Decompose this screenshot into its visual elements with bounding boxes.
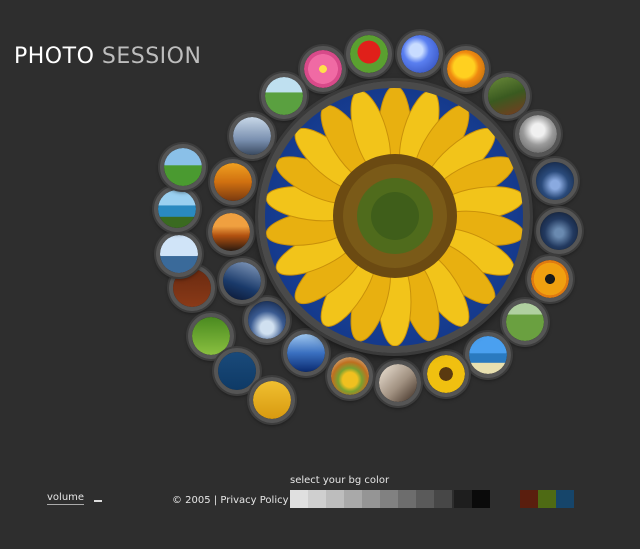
thumbnail-image xyxy=(427,355,465,393)
thumbnail-forest-path[interactable] xyxy=(484,73,530,119)
bg-color-label: select your bg color xyxy=(290,475,390,486)
bg-color-swatch[interactable] xyxy=(344,490,362,508)
volume-control[interactable]: volume xyxy=(47,492,103,505)
thumbnail-blue-sky[interactable] xyxy=(397,31,443,77)
thumbnail-grey-sky[interactable] xyxy=(229,113,275,159)
thumbnail-image xyxy=(350,35,388,73)
thumbnail-image xyxy=(506,303,544,341)
thumbnail-sunset[interactable] xyxy=(208,209,254,255)
bg-color-swatch[interactable] xyxy=(556,490,574,508)
thumbnail-blue-landscape[interactable] xyxy=(219,258,265,304)
thumbnail-image xyxy=(488,77,526,115)
thumbnail-image xyxy=(214,163,252,201)
bg-color-swatch[interactable] xyxy=(434,490,452,508)
sunflower-image xyxy=(265,88,523,346)
thumbnail-tree-silhouette[interactable] xyxy=(244,297,290,343)
thumbnail-sunflower-small[interactable] xyxy=(423,351,469,397)
thumbnail-dark-landscape[interactable] xyxy=(536,208,582,254)
thumbnail-image xyxy=(287,334,325,372)
thumbnail-image xyxy=(540,212,578,250)
thumbnail-green-meadow[interactable] xyxy=(160,144,206,190)
volume-slider[interactable] xyxy=(94,500,103,502)
bg-color-swatch[interactable] xyxy=(308,490,326,508)
thumbnail-image xyxy=(223,262,261,300)
copyright-text: © 2005 | xyxy=(172,495,218,506)
thumbnail-yellow-page[interactable] xyxy=(249,377,295,423)
bg-color-swatch[interactable] xyxy=(380,490,398,508)
thumbnail-image xyxy=(519,115,557,153)
bg-color-swatch[interactable] xyxy=(290,490,308,508)
thumbnail-palm-tree[interactable] xyxy=(261,73,307,119)
thumbnail-night-sky[interactable] xyxy=(532,158,578,204)
bg-color-swatch[interactable] xyxy=(326,490,344,508)
bg-color-swatch[interactable] xyxy=(538,490,556,508)
thumbnail-image xyxy=(331,357,369,395)
bg-color-swatch[interactable] xyxy=(398,490,416,508)
thumbnail-golden-field[interactable] xyxy=(210,159,256,205)
thumbnail-clouds[interactable] xyxy=(283,330,329,376)
thumbnail-coastline[interactable] xyxy=(154,186,200,232)
bg-color-swatch[interactable] xyxy=(362,490,380,508)
thumbnail-pink-flower[interactable] xyxy=(300,46,346,92)
thumbnail-image xyxy=(531,260,569,298)
thumbnail-bride-portrait[interactable] xyxy=(515,111,561,157)
thumbnail-image xyxy=(379,364,417,402)
bg-color-swatch[interactable] xyxy=(520,490,538,508)
thumbnail-red-tulip[interactable] xyxy=(346,31,392,77)
thumbnail-couple-sofa[interactable] xyxy=(375,360,421,406)
thumbnail-fruit-bowl[interactable] xyxy=(327,353,373,399)
thumbnail-image xyxy=(160,235,198,273)
bg-color-swatch[interactable] xyxy=(454,490,472,508)
thumbnail-image xyxy=(233,117,271,155)
footer-copyright: © 2005 | Privacy Policy xyxy=(172,495,289,506)
thumbnail-butterfly[interactable] xyxy=(527,256,573,302)
privacy-policy-link[interactable]: Privacy Policy xyxy=(220,495,288,506)
thumbnail-lighthouse[interactable] xyxy=(156,231,202,277)
thumbnail-image xyxy=(164,148,202,186)
thumbnail-image xyxy=(469,336,507,374)
thumbnail-image xyxy=(158,190,196,228)
thumbnail-image xyxy=(536,162,574,200)
bg-color-swatch[interactable] xyxy=(416,490,434,508)
thumbnail-image xyxy=(253,381,291,419)
thumbnail-image xyxy=(248,301,286,339)
thumbnail-image xyxy=(192,317,230,355)
thumbnail-image xyxy=(212,213,250,251)
thumbnail-green-valley[interactable] xyxy=(502,299,548,345)
main-photo-sunflower xyxy=(258,81,530,353)
volume-label: volume xyxy=(47,492,85,505)
thumbnail-image xyxy=(401,35,439,73)
thumbnail-image xyxy=(447,50,485,88)
thumbnail-yellow-lilies[interactable] xyxy=(443,46,489,92)
thumbnail-image xyxy=(218,352,256,390)
thumbnail-image xyxy=(265,77,303,115)
thumbnail-tropical-beach[interactable] xyxy=(465,332,511,378)
thumbnail-image xyxy=(304,50,342,88)
bg-color-swatch[interactable] xyxy=(472,490,490,508)
